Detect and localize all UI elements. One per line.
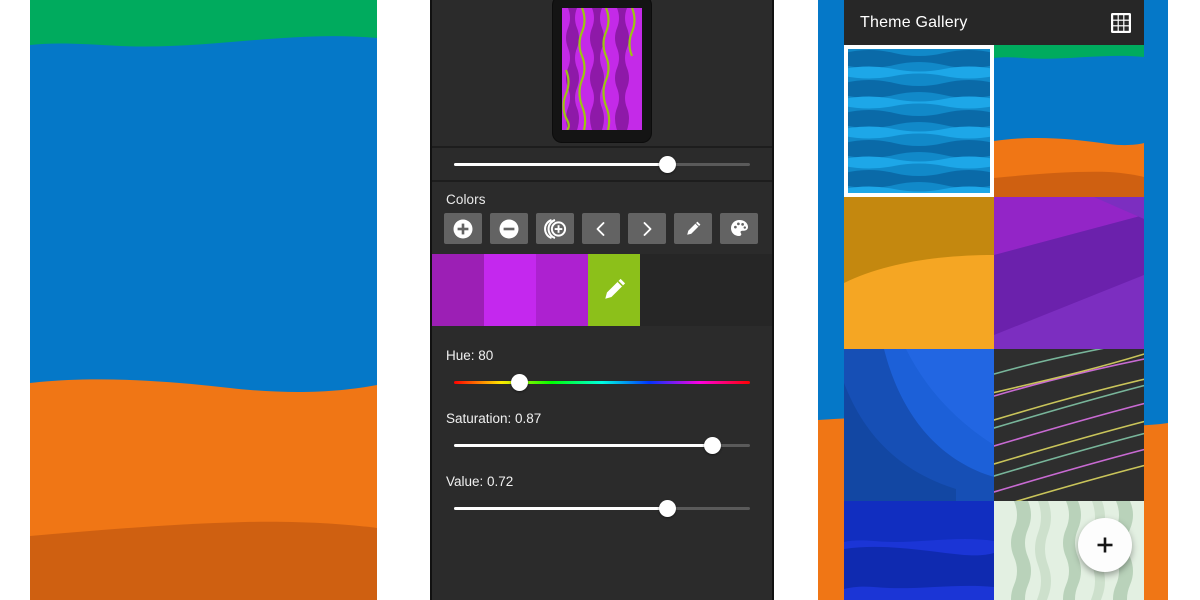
next-color-button[interactable] — [628, 213, 666, 244]
saturation-slider-thumb[interactable] — [703, 437, 721, 454]
swatch-3[interactable] — [536, 254, 588, 326]
plus-circle-icon — [453, 219, 473, 238]
scale-slider[interactable] — [454, 154, 750, 174]
phone-screen-preview — [562, 8, 642, 130]
value-slider-thumb[interactable] — [659, 500, 677, 517]
add-color-button[interactable] — [444, 213, 482, 244]
grid-view-icon[interactable] — [1110, 12, 1132, 34]
theme-gallery-panel: Theme Gallery — [818, 0, 1168, 600]
gallery-content: Theme Gallery — [844, 0, 1144, 600]
value-slider-row — [432, 491, 772, 525]
value-slider[interactable] — [454, 498, 750, 518]
tile-pattern-blue-curve — [844, 349, 994, 501]
wallpaper-svg — [30, 0, 377, 600]
tile-pattern-dark-lines — [994, 349, 1144, 501]
tile-dark-linework[interactable] — [994, 349, 1144, 501]
plus-icon — [1097, 537, 1113, 553]
scale-slider-row — [432, 148, 772, 180]
phone-frame[interactable] — [553, 0, 651, 142]
tile-pattern-purple-diag — [994, 197, 1144, 349]
swatch-4[interactable] — [588, 254, 640, 326]
saturation-slider[interactable] — [454, 435, 750, 455]
scale-slider-thumb[interactable] — [659, 156, 677, 173]
tile-pattern-amber-arc — [844, 197, 994, 349]
edit-color-button[interactable] — [674, 213, 712, 244]
minus-circle-icon — [499, 219, 519, 238]
tile-deep-blue-bands[interactable] — [844, 501, 994, 600]
hue-slider-track — [454, 381, 750, 384]
swatch-1[interactable] — [432, 254, 484, 326]
hue-slider-row — [432, 365, 772, 399]
add-theme-button[interactable] — [1078, 518, 1132, 572]
pencil-icon — [605, 278, 626, 299]
hue-slider[interactable] — [454, 372, 750, 392]
tile-purple-diagonals[interactable] — [994, 197, 1144, 349]
hue-slider-thumb[interactable] — [511, 374, 529, 391]
theme-tile-grid — [844, 45, 1144, 600]
scale-slider-fill — [454, 163, 668, 166]
hsv-section: Hue: 80 Saturation: 0.87 Value: 0.72 — [432, 326, 772, 525]
pencil-icon — [687, 221, 701, 235]
tile-amber-arc[interactable] — [844, 197, 994, 349]
tile-blue-curve[interactable] — [844, 349, 994, 501]
value-label: Value: 0.72 — [446, 474, 514, 489]
chevron-right-icon — [643, 221, 652, 236]
colors-label: Colors — [446, 192, 486, 207]
palette-button[interactable] — [720, 213, 758, 244]
preview-pattern-svg — [562, 8, 642, 130]
color-tool-row — [432, 213, 772, 244]
saturation-slider-fill — [454, 444, 712, 447]
gallery-appbar: Theme Gallery — [844, 0, 1144, 45]
tile-pattern-h-waves-blue — [844, 45, 994, 197]
colors-section: Colors — [432, 182, 772, 254]
tile-pattern-layered-bands — [994, 45, 1144, 197]
tile-blue-horizontal-waves[interactable] — [844, 45, 994, 197]
swatch-strip-empty — [640, 254, 772, 326]
screenshot-stage: Colors Hue: 80 Saturation: 0.87 Value: 0… — [0, 0, 1200, 600]
palette-icon — [730, 220, 748, 236]
previous-color-button[interactable] — [582, 213, 620, 244]
value-slider-fill — [454, 507, 668, 510]
remove-color-button[interactable] — [490, 213, 528, 244]
chevron-left-icon — [596, 221, 605, 236]
color-swatch-strip[interactable] — [432, 254, 772, 326]
theme-editor-panel: Colors Hue: 80 Saturation: 0.87 Value: 0… — [430, 0, 774, 600]
editor-preview-area — [432, 0, 772, 146]
hue-label: Hue: 80 — [446, 348, 494, 363]
saturation-label: Saturation: 0.87 — [446, 411, 542, 426]
swatch-2[interactable] — [484, 254, 536, 326]
tile-pattern-deep-blue — [844, 501, 994, 600]
tile-green-blue-orange[interactable] — [994, 45, 1144, 197]
wallpaper-preview[interactable] — [30, 0, 377, 600]
saturation-slider-row — [432, 428, 772, 462]
add-copy-icon — [544, 218, 567, 239]
page-title: Theme Gallery — [860, 13, 968, 31]
duplicate-color-button[interactable] — [536, 213, 574, 244]
